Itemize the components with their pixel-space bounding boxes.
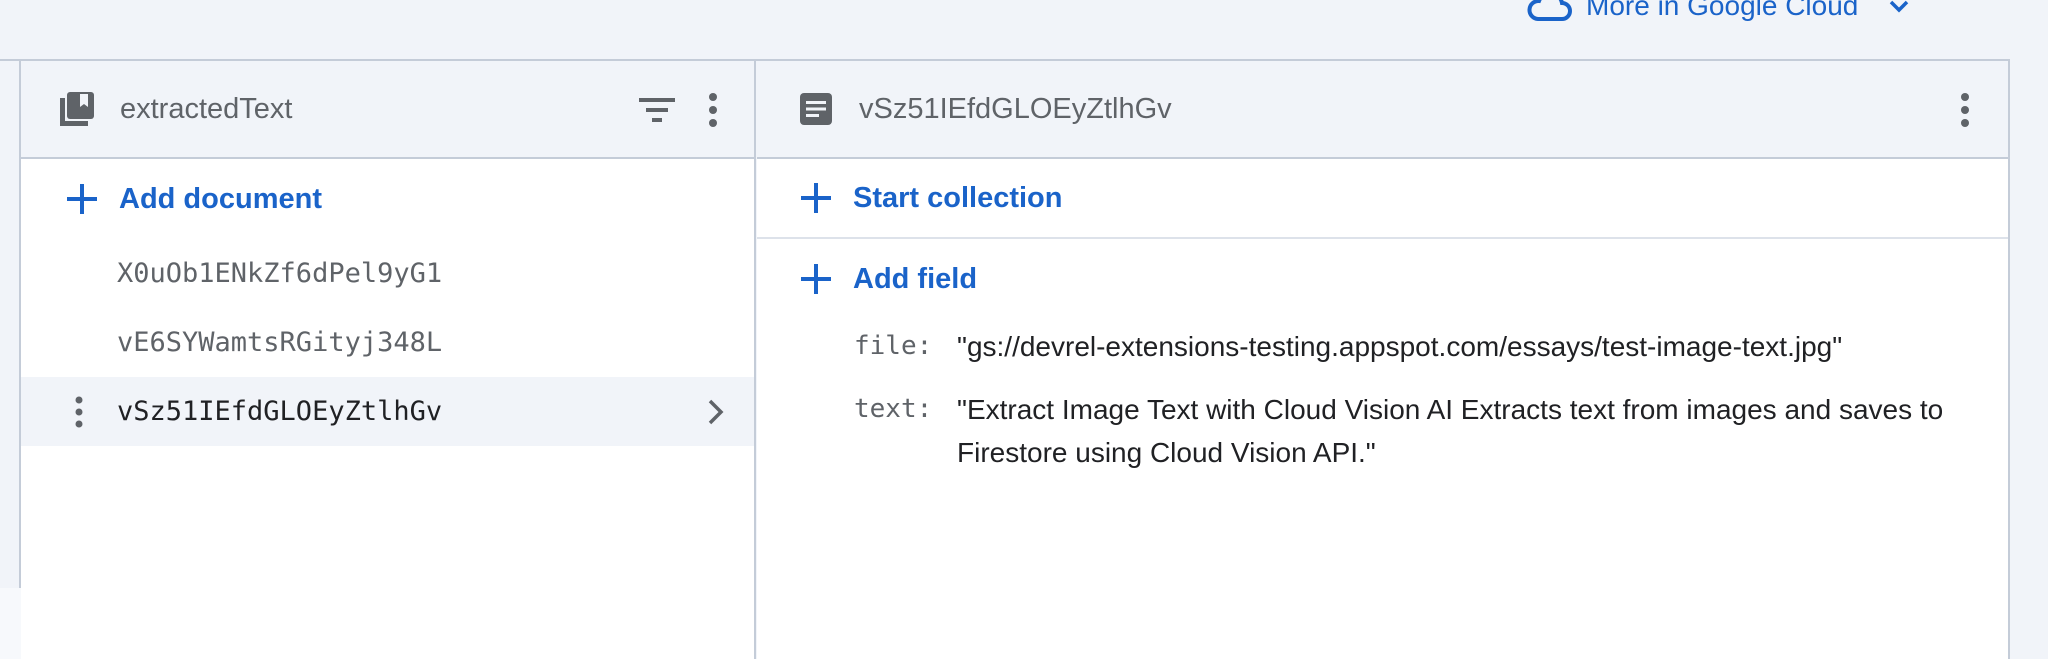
chevron-right-icon (708, 399, 724, 425)
start-collection-button[interactable]: Start collection (757, 159, 2008, 239)
field-value: "Extract Image Text with Cloud Vision AI… (957, 394, 1944, 468)
collection-title: extractedText (120, 92, 293, 125)
document-more-vert-icon[interactable] (1945, 90, 1985, 130)
root-panel-edge (0, 61, 21, 659)
field-list: file: "gs://devrel-extensions-testing.ap… (757, 319, 2008, 474)
root-panel-edge-lower (0, 588, 21, 659)
cloud-icon (1527, 0, 1572, 21)
add-field-button[interactable]: Add field (757, 239, 2008, 319)
collection-more-vert-icon[interactable] (693, 90, 733, 130)
document-list-item[interactable]: vE6SYWamtsRGityj348L (21, 308, 754, 377)
document-list-item-selected[interactable]: vSz51IEfdGLOEyZtlhGv (21, 377, 754, 446)
plus-icon (67, 184, 97, 214)
field-value: "gs://devrel-extensions-testing.appspot.… (957, 331, 1843, 362)
collection-icon (60, 92, 94, 126)
field-row[interactable]: file: "gs://devrel-extensions-testing.ap… (854, 325, 2008, 368)
plus-icon (801, 264, 831, 294)
document-icon (800, 93, 832, 125)
add-document-label: Add document (119, 182, 322, 215)
plus-icon (801, 183, 831, 213)
document-id: vSz51IEfdGLOEyZtlhGv (117, 396, 443, 427)
add-document-button[interactable]: Add document (21, 159, 754, 239)
add-field-label: Add field (853, 262, 978, 295)
document-title: vSz51IEfdGLOEyZtlhGv (859, 92, 1172, 125)
more-in-google-cloud-label: More in Google Cloud (1586, 0, 1859, 21)
field-key: text: (854, 394, 933, 424)
panel-area: extractedText Add document X0uOb1ENkZf6d… (0, 61, 2010, 659)
collection-panel: extractedText Add document X0uOb1ENkZf6d… (21, 61, 756, 659)
document-header: vSz51IEfdGLOEyZtlhGv (757, 61, 2008, 159)
start-collection-label: Start collection (853, 181, 1063, 214)
document-list-item[interactable]: X0uOb1ENkZf6dPel9yG1 (21, 239, 754, 308)
more-vert-icon[interactable] (61, 394, 97, 430)
document-id: vE6SYWamtsRGityj348L (117, 327, 443, 358)
more-in-google-cloud-link[interactable]: More in Google Cloud (1526, 0, 1914, 26)
filter-icon[interactable] (637, 90, 677, 130)
field-key: file: (854, 331, 933, 361)
chevron-down-icon[interactable] (1884, 0, 1914, 21)
document-id: X0uOb1ENkZf6dPel9yG1 (117, 258, 443, 289)
collection-header: extractedText (21, 61, 754, 159)
field-row[interactable]: text: "Extract Image Text with Cloud Vis… (854, 388, 2008, 474)
document-panel: vSz51IEfdGLOEyZtlhGv Start collection Ad… (757, 61, 2010, 659)
top-bar: More in Google Cloud (0, 0, 2010, 61)
document-list: X0uOb1ENkZf6dPel9yG1 vE6SYWamtsRGityj348… (21, 239, 754, 446)
